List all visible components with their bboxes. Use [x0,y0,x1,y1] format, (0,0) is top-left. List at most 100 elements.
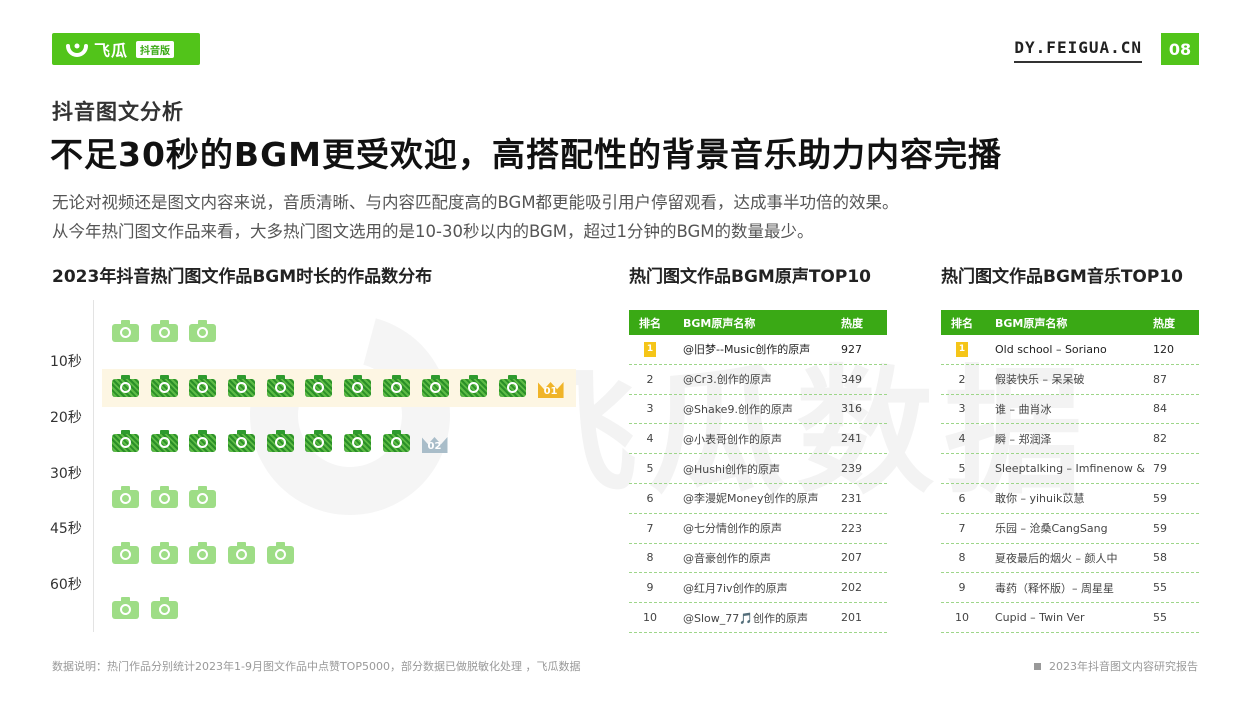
rank: 3 [958,402,966,416]
music-table-title: 热门图文作品BGM音乐TOP10 [941,267,1183,287]
description-line-1: 无论对视频还是图文内容来说，音质清晰、与内容匹配度高的BGM都更能吸引用户停留观… [52,193,899,212]
rank-cell: 2 [629,373,671,386]
feigua-logo[interactable]: 飞瓜 抖音版 [52,33,200,65]
bgm-name: @七分情创作的原声 [683,522,782,536]
table-row[interactable]: 10 @Slow_77🎵创作的原声 201 [629,603,887,633]
heat-value: 120 [1153,342,1174,356]
table-row[interactable]: 1 Old school – Soriano 120 [941,335,1199,365]
camera-icon [228,430,256,452]
table-row[interactable]: 6 @李漫妮Money创作的原声 231 [629,484,887,514]
rank-cell: 3 [629,402,671,415]
table-row[interactable]: 3 @Shake9.创作的原声 316 [629,395,887,425]
y-label-60s: 60秒 [50,577,82,593]
bgm-name: @旧梦--Music创作的原声 [683,343,811,357]
camera-icon [305,375,333,397]
table-row[interactable]: 2 假装快乐 – 呆呆破 87 [941,365,1199,395]
report-name-text: 2023年抖音图文内容研究报告 [1049,660,1198,673]
table-row[interactable]: 8 @音豪创作的原声 207 [629,544,887,574]
camera-icon [189,320,217,342]
rank: 2 [958,372,966,386]
table-row[interactable]: 1 @旧梦--Music创作的原声 927 [629,335,887,365]
header-heat: 热度 [1153,316,1175,330]
camera-icon [189,375,217,397]
table-row[interactable]: 9 @红月7iv创作的原声 202 [629,573,887,604]
bgm-name: 假装快乐 – 呆呆破 [995,373,1085,387]
y-label-10s: 10秒 [50,354,82,370]
y-label-45s: 45秒 [50,521,82,537]
rank: 8 [958,551,966,565]
rank-cell: 6 [941,492,983,505]
bgm-name: @红月7iv创作的原声 [683,581,788,595]
camera-icon [150,486,178,508]
rank-cell: 6 [629,492,671,505]
table-row[interactable]: 6 敢你 – yihuik苡慧 59 [941,484,1199,514]
table-row[interactable]: 2 @Cr3.创作的原声 349 [629,365,887,395]
camera-icon [305,430,333,452]
bgm-name: @李漫妮Money创作的原声 [683,492,819,506]
pictogram-row [112,542,305,568]
bgm-name: 瞬 – 郑润泽 [995,432,1052,446]
rank-cell: 5 [629,462,671,475]
rank: 4 [646,432,654,446]
bgm-name: 谁 – 曲肖冰 [995,402,1052,416]
camera-icon [382,430,410,452]
camera-icon [112,320,139,342]
bgm-name: Sleeptalking – Imfinenow & ÉMIA [995,462,1147,476]
rank: 6 [646,491,654,505]
header-rank: 排名 [639,316,661,330]
camera-icon [189,430,217,452]
table-row[interactable]: 5 Sleeptalking – Imfinenow & ÉMIA 79 [941,454,1199,484]
heat-value: 55 [1153,611,1167,625]
table-row[interactable]: 10 Cupid – Twin Ver 55 [941,603,1199,633]
table-row[interactable]: 4 瞬 – 郑润泽 82 [941,424,1199,455]
rank-cell: 7 [629,522,671,535]
y-label-30s: 30秒 [50,466,82,482]
rank: 4 [958,432,966,446]
heat-value: 87 [1153,372,1167,386]
heat-value: 84 [1153,402,1167,416]
camera-icon [150,375,178,397]
heat-value: 58 [1153,551,1167,565]
rank: 5 [958,462,966,476]
camera-icon [228,542,256,564]
distribution-chart: 10秒 20秒 30秒 45秒 60秒 01 02 [50,300,610,635]
bgm-name: 夏夜最后的烟火 – 颜人中 [995,551,1118,565]
rank-cell: 10 [941,611,983,624]
rank: 10 [955,611,969,625]
rank-cell: 8 [941,551,983,564]
site-url[interactable]: DY.FEIGUA.CN [1014,38,1142,63]
distribution-chart-title: 2023年抖音热门图文作品BGM时长的作品数分布 [52,267,433,287]
heat-value: 79 [1153,462,1167,476]
square-bullet-icon [1034,662,1041,670]
rank-cell: 4 [941,432,983,445]
camera-icon [460,375,488,397]
heat-value: 349 [841,372,862,386]
table-row[interactable]: 8 夏夜最后的烟火 – 颜人中 58 [941,544,1199,574]
table-row[interactable]: 7 @七分情创作的原声 223 [629,514,887,544]
camera-icon [112,375,139,397]
heat-value: 241 [841,432,862,446]
table-row[interactable]: 7 乐园 – 沧桑CangSang 59 [941,514,1199,544]
camera-icon [344,375,372,397]
table-row[interactable]: 4 @小表哥创作的原声 241 [629,424,887,455]
table-row[interactable]: 9 毒药（释怀版）– 周星星 55 [941,573,1199,604]
table-row[interactable]: 5 @Hushi创作的原声 239 [629,454,887,484]
crown-icon: 01 [537,378,564,398]
heat-value: 201 [841,611,862,625]
heat-value: 59 [1153,521,1167,535]
bgm-name: Old school – Soriano [995,342,1107,356]
rank: 2 [646,372,654,386]
heat-value: 316 [841,402,862,416]
table-row[interactable]: 3 谁 – 曲肖冰 84 [941,395,1199,425]
section-title: 抖音图文分析 [52,100,184,124]
header-heat: 热度 [841,316,863,330]
crown-icon: 02 [421,433,448,453]
pictogram-row [112,320,228,346]
camera-icon [344,430,372,452]
heat-value: 927 [841,342,862,356]
rank-cell: 9 [629,581,671,594]
camera-icon [112,597,139,619]
rank: 6 [958,491,966,505]
report-name: 2023年抖音图文内容研究报告 [1034,658,1198,674]
rank: 7 [646,521,654,535]
